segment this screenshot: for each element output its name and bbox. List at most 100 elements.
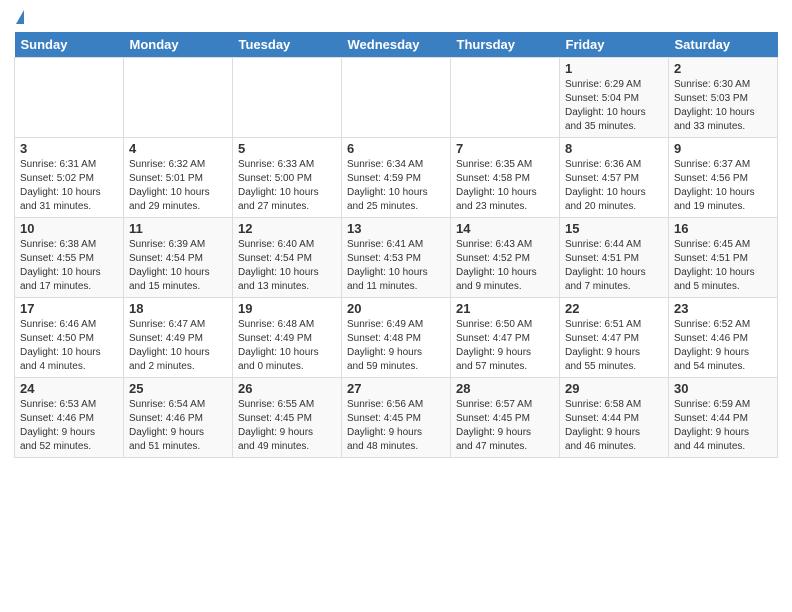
calendar-cell: 19 Sunrise: 6:48 AM Sunset: 4:49 PM Dayli… bbox=[233, 298, 342, 378]
day-number: 18 bbox=[129, 301, 227, 316]
calendar-cell: 20 Sunrise: 6:49 AM Sunset: 4:48 PM Dayli… bbox=[342, 298, 451, 378]
day-info: Sunrise: 6:52 AM Sunset: 4:46 PM Dayligh… bbox=[674, 318, 772, 374]
day-info: Sunrise: 6:53 AM Sunset: 4:46 PM Dayligh… bbox=[20, 398, 118, 454]
calendar-cell: 17 Sunrise: 6:46 AM Sunset: 4:50 PM Dayli… bbox=[15, 298, 124, 378]
calendar-week-row: 10Sunrise: 6:38 AM Sunset: 4:55 PM Dayli… bbox=[15, 218, 778, 298]
day-number: 22 bbox=[565, 301, 663, 316]
day-info: Sunrise: 6:40 AM Sunset: 4:54 PM Dayligh… bbox=[238, 238, 336, 294]
day-number: 4 bbox=[129, 141, 227, 156]
day-info: Sunrise: 6:49 AM Sunset: 4:48 PM Dayligh… bbox=[347, 318, 445, 374]
day-number: 15 bbox=[565, 221, 663, 236]
calendar-cell: 29 Sunrise: 6:58 AM Sunset: 4:44 PM Dayli… bbox=[560, 378, 669, 458]
calendar-cell: 5 Sunrise: 6:33 AM Sunset: 5:00 PM Daylig… bbox=[233, 138, 342, 218]
calendar-cell bbox=[15, 58, 124, 138]
calendar-table: SundayMondayTuesdayWednesdayThursdayFrid… bbox=[14, 32, 778, 458]
day-number: 29 bbox=[565, 381, 663, 396]
day-info: Sunrise: 6:37 AM Sunset: 4:56 PM Dayligh… bbox=[674, 158, 772, 214]
calendar-cell: 10Sunrise: 6:38 AM Sunset: 4:55 PM Dayli… bbox=[15, 218, 124, 298]
day-info: Sunrise: 6:43 AM Sunset: 4:52 PM Dayligh… bbox=[456, 238, 554, 294]
day-info: Sunrise: 6:54 AM Sunset: 4:46 PM Dayligh… bbox=[129, 398, 227, 454]
column-header-saturday: Saturday bbox=[669, 32, 778, 58]
calendar-cell: 25 Sunrise: 6:54 AM Sunset: 4:46 PM Dayli… bbox=[124, 378, 233, 458]
day-info: Sunrise: 6:59 AM Sunset: 4:44 PM Dayligh… bbox=[674, 398, 772, 454]
day-number: 11 bbox=[129, 221, 227, 236]
calendar-cell: 28Sunrise: 6:57 AM Sunset: 4:45 PM Dayli… bbox=[451, 378, 560, 458]
day-info: Sunrise: 6:46 AM Sunset: 4:50 PM Dayligh… bbox=[20, 318, 118, 374]
day-info: Sunrise: 6:34 AM Sunset: 4:59 PM Dayligh… bbox=[347, 158, 445, 214]
calendar-cell: 13 Sunrise: 6:41 AM Sunset: 4:53 PM Dayli… bbox=[342, 218, 451, 298]
calendar-cell: 27Sunrise: 6:56 AM Sunset: 4:45 PM Dayli… bbox=[342, 378, 451, 458]
column-header-sunday: Sunday bbox=[15, 32, 124, 58]
day-number: 23 bbox=[674, 301, 772, 316]
day-info: Sunrise: 6:31 AM Sunset: 5:02 PM Dayligh… bbox=[20, 158, 118, 214]
day-number: 9 bbox=[674, 141, 772, 156]
day-number: 10 bbox=[20, 221, 118, 236]
day-info: Sunrise: 6:44 AM Sunset: 4:51 PM Dayligh… bbox=[565, 238, 663, 294]
calendar-header-row: SundayMondayTuesdayWednesdayThursdayFrid… bbox=[15, 32, 778, 58]
column-header-friday: Friday bbox=[560, 32, 669, 58]
calendar-cell bbox=[342, 58, 451, 138]
page-container: SundayMondayTuesdayWednesdayThursdayFrid… bbox=[0, 0, 792, 468]
day-info: Sunrise: 6:58 AM Sunset: 4:44 PM Dayligh… bbox=[565, 398, 663, 454]
day-number: 25 bbox=[129, 381, 227, 396]
calendar-cell bbox=[451, 58, 560, 138]
calendar-week-row: 24 Sunrise: 6:53 AM Sunset: 4:46 PM Dayli… bbox=[15, 378, 778, 458]
day-number: 17 bbox=[20, 301, 118, 316]
calendar-cell: 24 Sunrise: 6:53 AM Sunset: 4:46 PM Dayli… bbox=[15, 378, 124, 458]
day-info: Sunrise: 6:29 AM Sunset: 5:04 PM Dayligh… bbox=[565, 78, 663, 134]
header bbox=[14, 10, 778, 26]
calendar-cell: 23 Sunrise: 6:52 AM Sunset: 4:46 PM Dayli… bbox=[669, 298, 778, 378]
calendar-cell: 14 Sunrise: 6:43 AM Sunset: 4:52 PM Dayli… bbox=[451, 218, 560, 298]
day-number: 21 bbox=[456, 301, 554, 316]
day-info: Sunrise: 6:47 AM Sunset: 4:49 PM Dayligh… bbox=[129, 318, 227, 374]
day-number: 20 bbox=[347, 301, 445, 316]
calendar-cell bbox=[124, 58, 233, 138]
day-info: Sunrise: 6:32 AM Sunset: 5:01 PM Dayligh… bbox=[129, 158, 227, 214]
calendar-cell: 3 Sunrise: 6:31 AM Sunset: 5:02 PM Daylig… bbox=[15, 138, 124, 218]
day-info: Sunrise: 6:50 AM Sunset: 4:47 PM Dayligh… bbox=[456, 318, 554, 374]
calendar-cell: 21 Sunrise: 6:50 AM Sunset: 4:47 PM Dayli… bbox=[451, 298, 560, 378]
day-number: 14 bbox=[456, 221, 554, 236]
day-number: 19 bbox=[238, 301, 336, 316]
day-info: Sunrise: 6:48 AM Sunset: 4:49 PM Dayligh… bbox=[238, 318, 336, 374]
calendar-cell: 1Sunrise: 6:29 AM Sunset: 5:04 PM Daylig… bbox=[560, 58, 669, 138]
calendar-week-row: 3 Sunrise: 6:31 AM Sunset: 5:02 PM Daylig… bbox=[15, 138, 778, 218]
calendar-cell: 8Sunrise: 6:36 AM Sunset: 4:57 PM Daylig… bbox=[560, 138, 669, 218]
calendar-cell: 12 Sunrise: 6:40 AM Sunset: 4:54 PM Dayli… bbox=[233, 218, 342, 298]
day-info: Sunrise: 6:33 AM Sunset: 5:00 PM Dayligh… bbox=[238, 158, 336, 214]
calendar-cell: 9 Sunrise: 6:37 AM Sunset: 4:56 PM Daylig… bbox=[669, 138, 778, 218]
day-info: Sunrise: 6:51 AM Sunset: 4:47 PM Dayligh… bbox=[565, 318, 663, 374]
day-number: 24 bbox=[20, 381, 118, 396]
day-info: Sunrise: 6:35 AM Sunset: 4:58 PM Dayligh… bbox=[456, 158, 554, 214]
day-number: 13 bbox=[347, 221, 445, 236]
day-info: Sunrise: 6:41 AM Sunset: 4:53 PM Dayligh… bbox=[347, 238, 445, 294]
column-header-tuesday: Tuesday bbox=[233, 32, 342, 58]
calendar-cell: 2Sunrise: 6:30 AM Sunset: 5:03 PM Daylig… bbox=[669, 58, 778, 138]
day-number: 7 bbox=[456, 141, 554, 156]
day-info: Sunrise: 6:39 AM Sunset: 4:54 PM Dayligh… bbox=[129, 238, 227, 294]
day-number: 5 bbox=[238, 141, 336, 156]
calendar-cell: 15 Sunrise: 6:44 AM Sunset: 4:51 PM Dayli… bbox=[560, 218, 669, 298]
day-info: Sunrise: 6:56 AM Sunset: 4:45 PM Dayligh… bbox=[347, 398, 445, 454]
day-number: 26 bbox=[238, 381, 336, 396]
day-info: Sunrise: 6:57 AM Sunset: 4:45 PM Dayligh… bbox=[456, 398, 554, 454]
calendar-cell: 22 Sunrise: 6:51 AM Sunset: 4:47 PM Dayli… bbox=[560, 298, 669, 378]
day-number: 2 bbox=[674, 61, 772, 76]
logo bbox=[14, 10, 24, 26]
column-header-thursday: Thursday bbox=[451, 32, 560, 58]
day-number: 3 bbox=[20, 141, 118, 156]
calendar-cell: 6Sunrise: 6:34 AM Sunset: 4:59 PM Daylig… bbox=[342, 138, 451, 218]
calendar-cell: 26 Sunrise: 6:55 AM Sunset: 4:45 PM Dayli… bbox=[233, 378, 342, 458]
day-number: 16 bbox=[674, 221, 772, 236]
logo-triangle-icon bbox=[16, 10, 24, 24]
day-info: Sunrise: 6:36 AM Sunset: 4:57 PM Dayligh… bbox=[565, 158, 663, 214]
calendar-cell: 11 Sunrise: 6:39 AM Sunset: 4:54 PM Dayli… bbox=[124, 218, 233, 298]
day-number: 12 bbox=[238, 221, 336, 236]
calendar-cell: 18 Sunrise: 6:47 AM Sunset: 4:49 PM Dayli… bbox=[124, 298, 233, 378]
day-info: Sunrise: 6:55 AM Sunset: 4:45 PM Dayligh… bbox=[238, 398, 336, 454]
day-info: Sunrise: 6:45 AM Sunset: 4:51 PM Dayligh… bbox=[674, 238, 772, 294]
calendar-cell: 4 Sunrise: 6:32 AM Sunset: 5:01 PM Daylig… bbox=[124, 138, 233, 218]
column-header-wednesday: Wednesday bbox=[342, 32, 451, 58]
column-header-monday: Monday bbox=[124, 32, 233, 58]
calendar-cell bbox=[233, 58, 342, 138]
